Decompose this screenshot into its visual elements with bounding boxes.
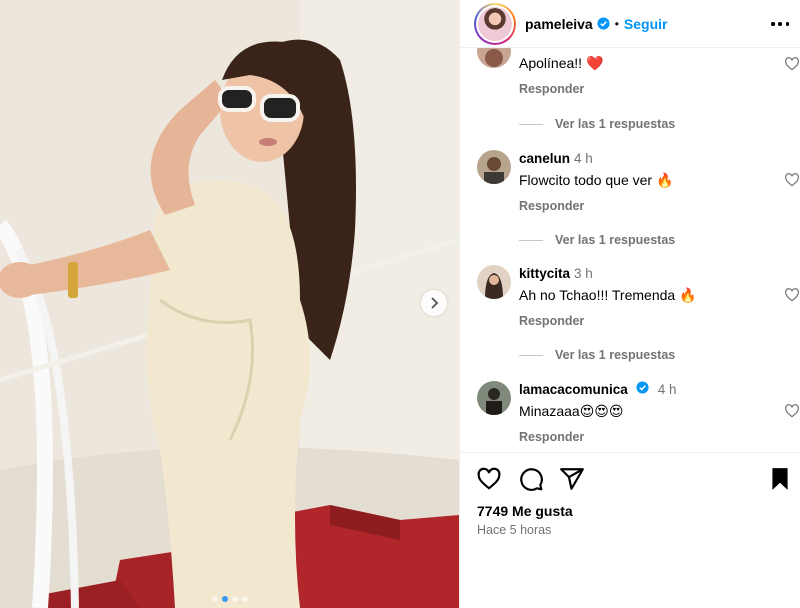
commenter-avatar[interactable] [477,48,511,68]
reply-button[interactable]: Responder [519,82,584,96]
comment-text: Flowcito todo que ver 🔥 [519,172,674,188]
comments-list[interactable]: Apolínea!! ❤️ Responder Ver las 1 respue… [460,48,800,453]
post-actions [460,466,800,496]
post-viewer: pameleiva • Seguir Apolínea!! ❤️ Respond… [0,0,800,608]
commenter-avatar[interactable] [477,381,511,415]
post-time: Hace 5 horas [477,523,552,537]
comment-like-heart-icon[interactable] [784,56,800,72]
next-slide-button[interactable] [421,290,447,316]
reply-button[interactable]: Responder [519,430,584,444]
header-separator: • [614,16,619,31]
comment-text: Ah no Tchao!!! Tremenda 🔥 [519,287,697,303]
view-replies-button[interactable]: Ver las 1 respuestas [519,117,675,131]
commenter-avatar[interactable] [477,150,511,184]
carousel-indicator [0,596,459,602]
view-replies-label: Ver las 1 respuestas [555,348,676,362]
heart-icon[interactable] [476,466,502,492]
comment-text: Minazaaa😍😍😍 [519,403,624,419]
comment-icon[interactable] [518,466,544,492]
comment-time: 3 h [574,266,593,281]
comment-like-heart-icon[interactable] [784,403,800,419]
commenter-username[interactable]: canelun [519,151,570,166]
comment-like-heart-icon[interactable] [784,172,800,188]
carousel-dot [241,596,248,602]
chevron-right-icon [431,297,439,309]
comment-like-heart-icon[interactable] [784,287,800,303]
carousel-dot [211,596,218,602]
comment-text: Apolínea!! ❤️ [519,55,604,71]
author-avatar[interactable] [474,2,516,45]
follow-button[interactable]: Seguir [624,16,668,32]
author-username[interactable]: pameleiva [525,16,593,32]
view-replies-button[interactable]: Ver las 1 respuestas [519,233,675,247]
verified-badge-icon [636,381,649,394]
comment-time: 4 h [574,151,593,166]
reply-button[interactable]: Responder [519,314,584,328]
commenter-username[interactable]: kittycita [519,266,570,281]
bookmark-icon[interactable] [767,466,793,492]
paper-plane-icon[interactable] [559,466,585,492]
commenter-username[interactable]: lamacacomunica [519,382,628,397]
reply-button[interactable]: Responder [519,199,584,213]
post-photo[interactable] [0,0,459,608]
carousel-dot [231,596,238,602]
avatar-image [478,6,512,41]
carousel-dot-active [221,596,228,602]
commenter-avatar[interactable] [477,265,511,299]
photo-illustration [0,0,459,608]
view-replies-label: Ver las 1 respuestas [555,233,676,247]
more-options-icon[interactable] [771,16,789,32]
post-header: pameleiva • Seguir [460,0,800,48]
likes-count[interactable]: 7749 Me gusta [477,503,573,519]
comment-time: 4 h [657,382,677,397]
view-replies-label: Ver las 1 respuestas [555,117,676,131]
view-replies-button[interactable]: Ver las 1 respuestas [519,348,675,362]
verified-badge-icon [597,17,610,30]
post-side-panel: pameleiva • Seguir Apolínea!! ❤️ Respond… [459,0,800,608]
